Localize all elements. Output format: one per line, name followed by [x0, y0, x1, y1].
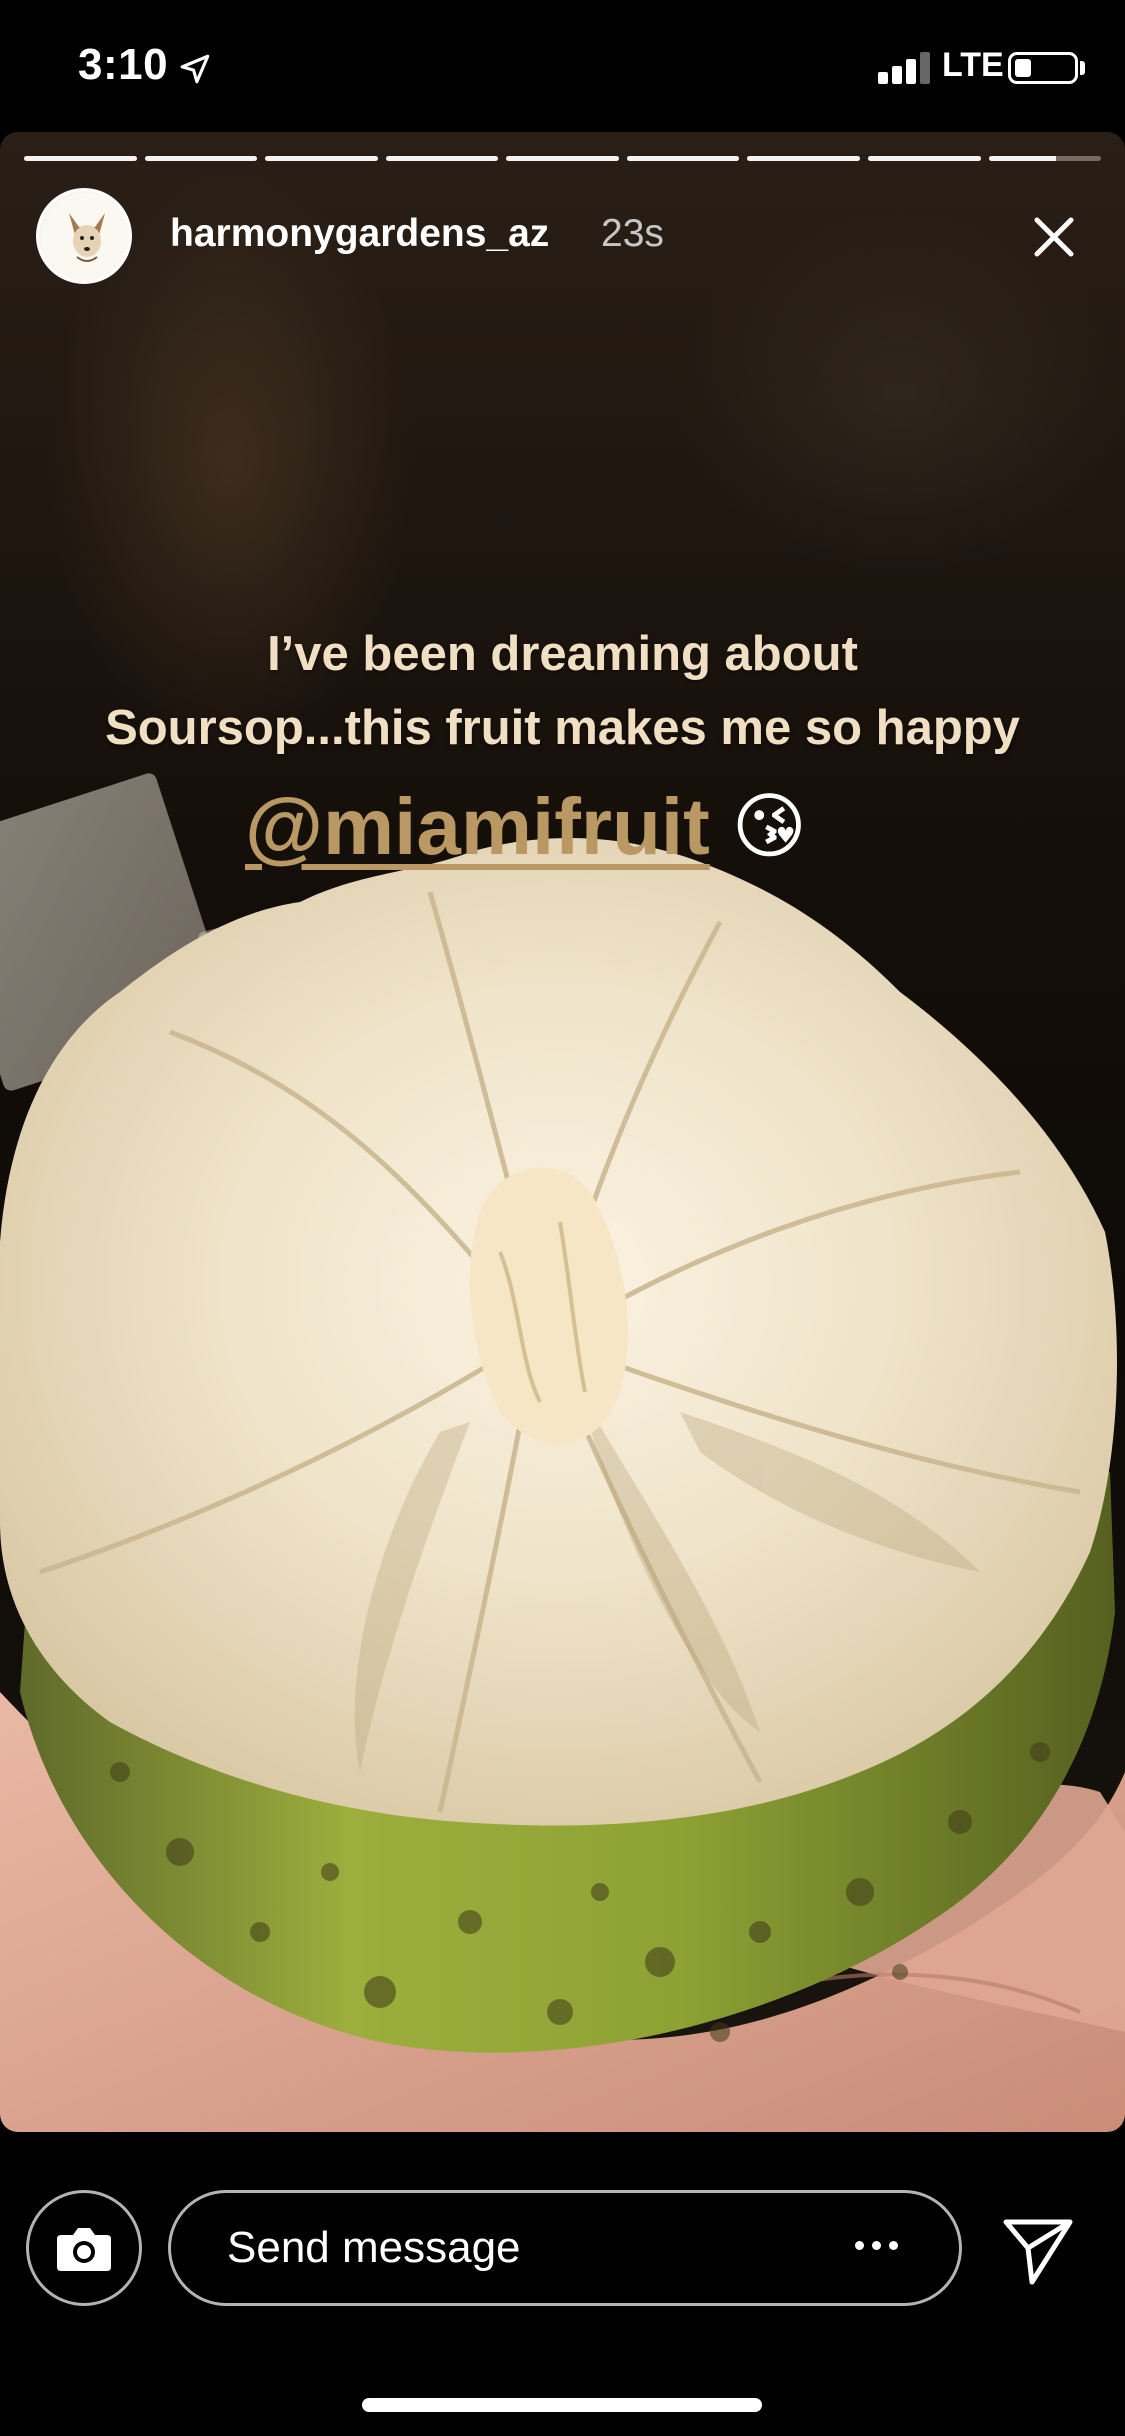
progress-fill: [747, 156, 860, 161]
story-header: harmonygardens_az 23s: [36, 188, 1089, 288]
cellular-signal-icon: [878, 50, 934, 84]
battery-cap: [1080, 61, 1085, 75]
progress-fill: [265, 156, 378, 161]
progress-fill: [506, 156, 619, 161]
dog-logo-icon: [41, 193, 129, 281]
location-arrow-icon: [180, 54, 210, 84]
progress-fill: [24, 156, 137, 161]
progress-segment: [265, 156, 378, 161]
carrier-label: LTE: [942, 46, 1004, 84]
close-icon[interactable]: [1019, 202, 1089, 272]
story-photo: [0, 838, 1125, 2132]
progress-segment: [867, 156, 981, 161]
progress-fill: [867, 156, 981, 161]
progress-segment: [747, 156, 860, 161]
caption-line: I’ve been dreaming about: [267, 627, 858, 681]
progress-segment: [988, 156, 1102, 161]
screen: 3:10 LTE harmonygardens_az 23s I’ve been…: [0, 0, 1125, 2436]
send-message-input[interactable]: Send message: [168, 2190, 962, 2306]
progress-fill: [626, 156, 740, 161]
progress-segment: [626, 156, 740, 161]
progress-fill: [385, 156, 499, 161]
camera-icon: [57, 2228, 111, 2271]
direct-send-icon[interactable]: [998, 2210, 1078, 2290]
message-placeholder: Send message: [227, 2223, 521, 2272]
status-bar: 3:10 LTE: [0, 0, 1125, 132]
caption-line: Soursop...this fruit makes me so happy: [105, 701, 1020, 755]
reply-bar: Send message: [0, 2132, 1125, 2436]
progress-fill: [144, 156, 258, 161]
home-indicator[interactable]: [362, 2398, 762, 2412]
mention-sticker[interactable]: @miamifruit 😘: [245, 772, 807, 882]
progress-segment: [385, 156, 499, 161]
story-progress-bars: [24, 156, 1102, 162]
progress-segment: [506, 156, 619, 161]
status-time: 3:10: [78, 40, 169, 89]
progress-segment: [24, 156, 137, 161]
more-dots-icon[interactable]: [855, 2237, 899, 2257]
mention-link[interactable]: @miamifruit: [245, 781, 710, 873]
battery-icon: [1008, 52, 1078, 84]
account-username[interactable]: harmonygardens_az: [170, 212, 549, 256]
story-viewer[interactable]: harmonygardens_az 23s I’ve been dreaming…: [0, 132, 1125, 2132]
camera-button[interactable]: [26, 2190, 142, 2306]
progress-fill: [988, 156, 1057, 161]
avatar[interactable]: [36, 188, 132, 284]
story-caption: I’ve been dreaming about Soursop...this …: [0, 617, 1125, 765]
story-timestamp: 23s: [601, 212, 664, 255]
kiss-emoji: 😘: [731, 787, 807, 867]
progress-segment: [144, 156, 258, 161]
